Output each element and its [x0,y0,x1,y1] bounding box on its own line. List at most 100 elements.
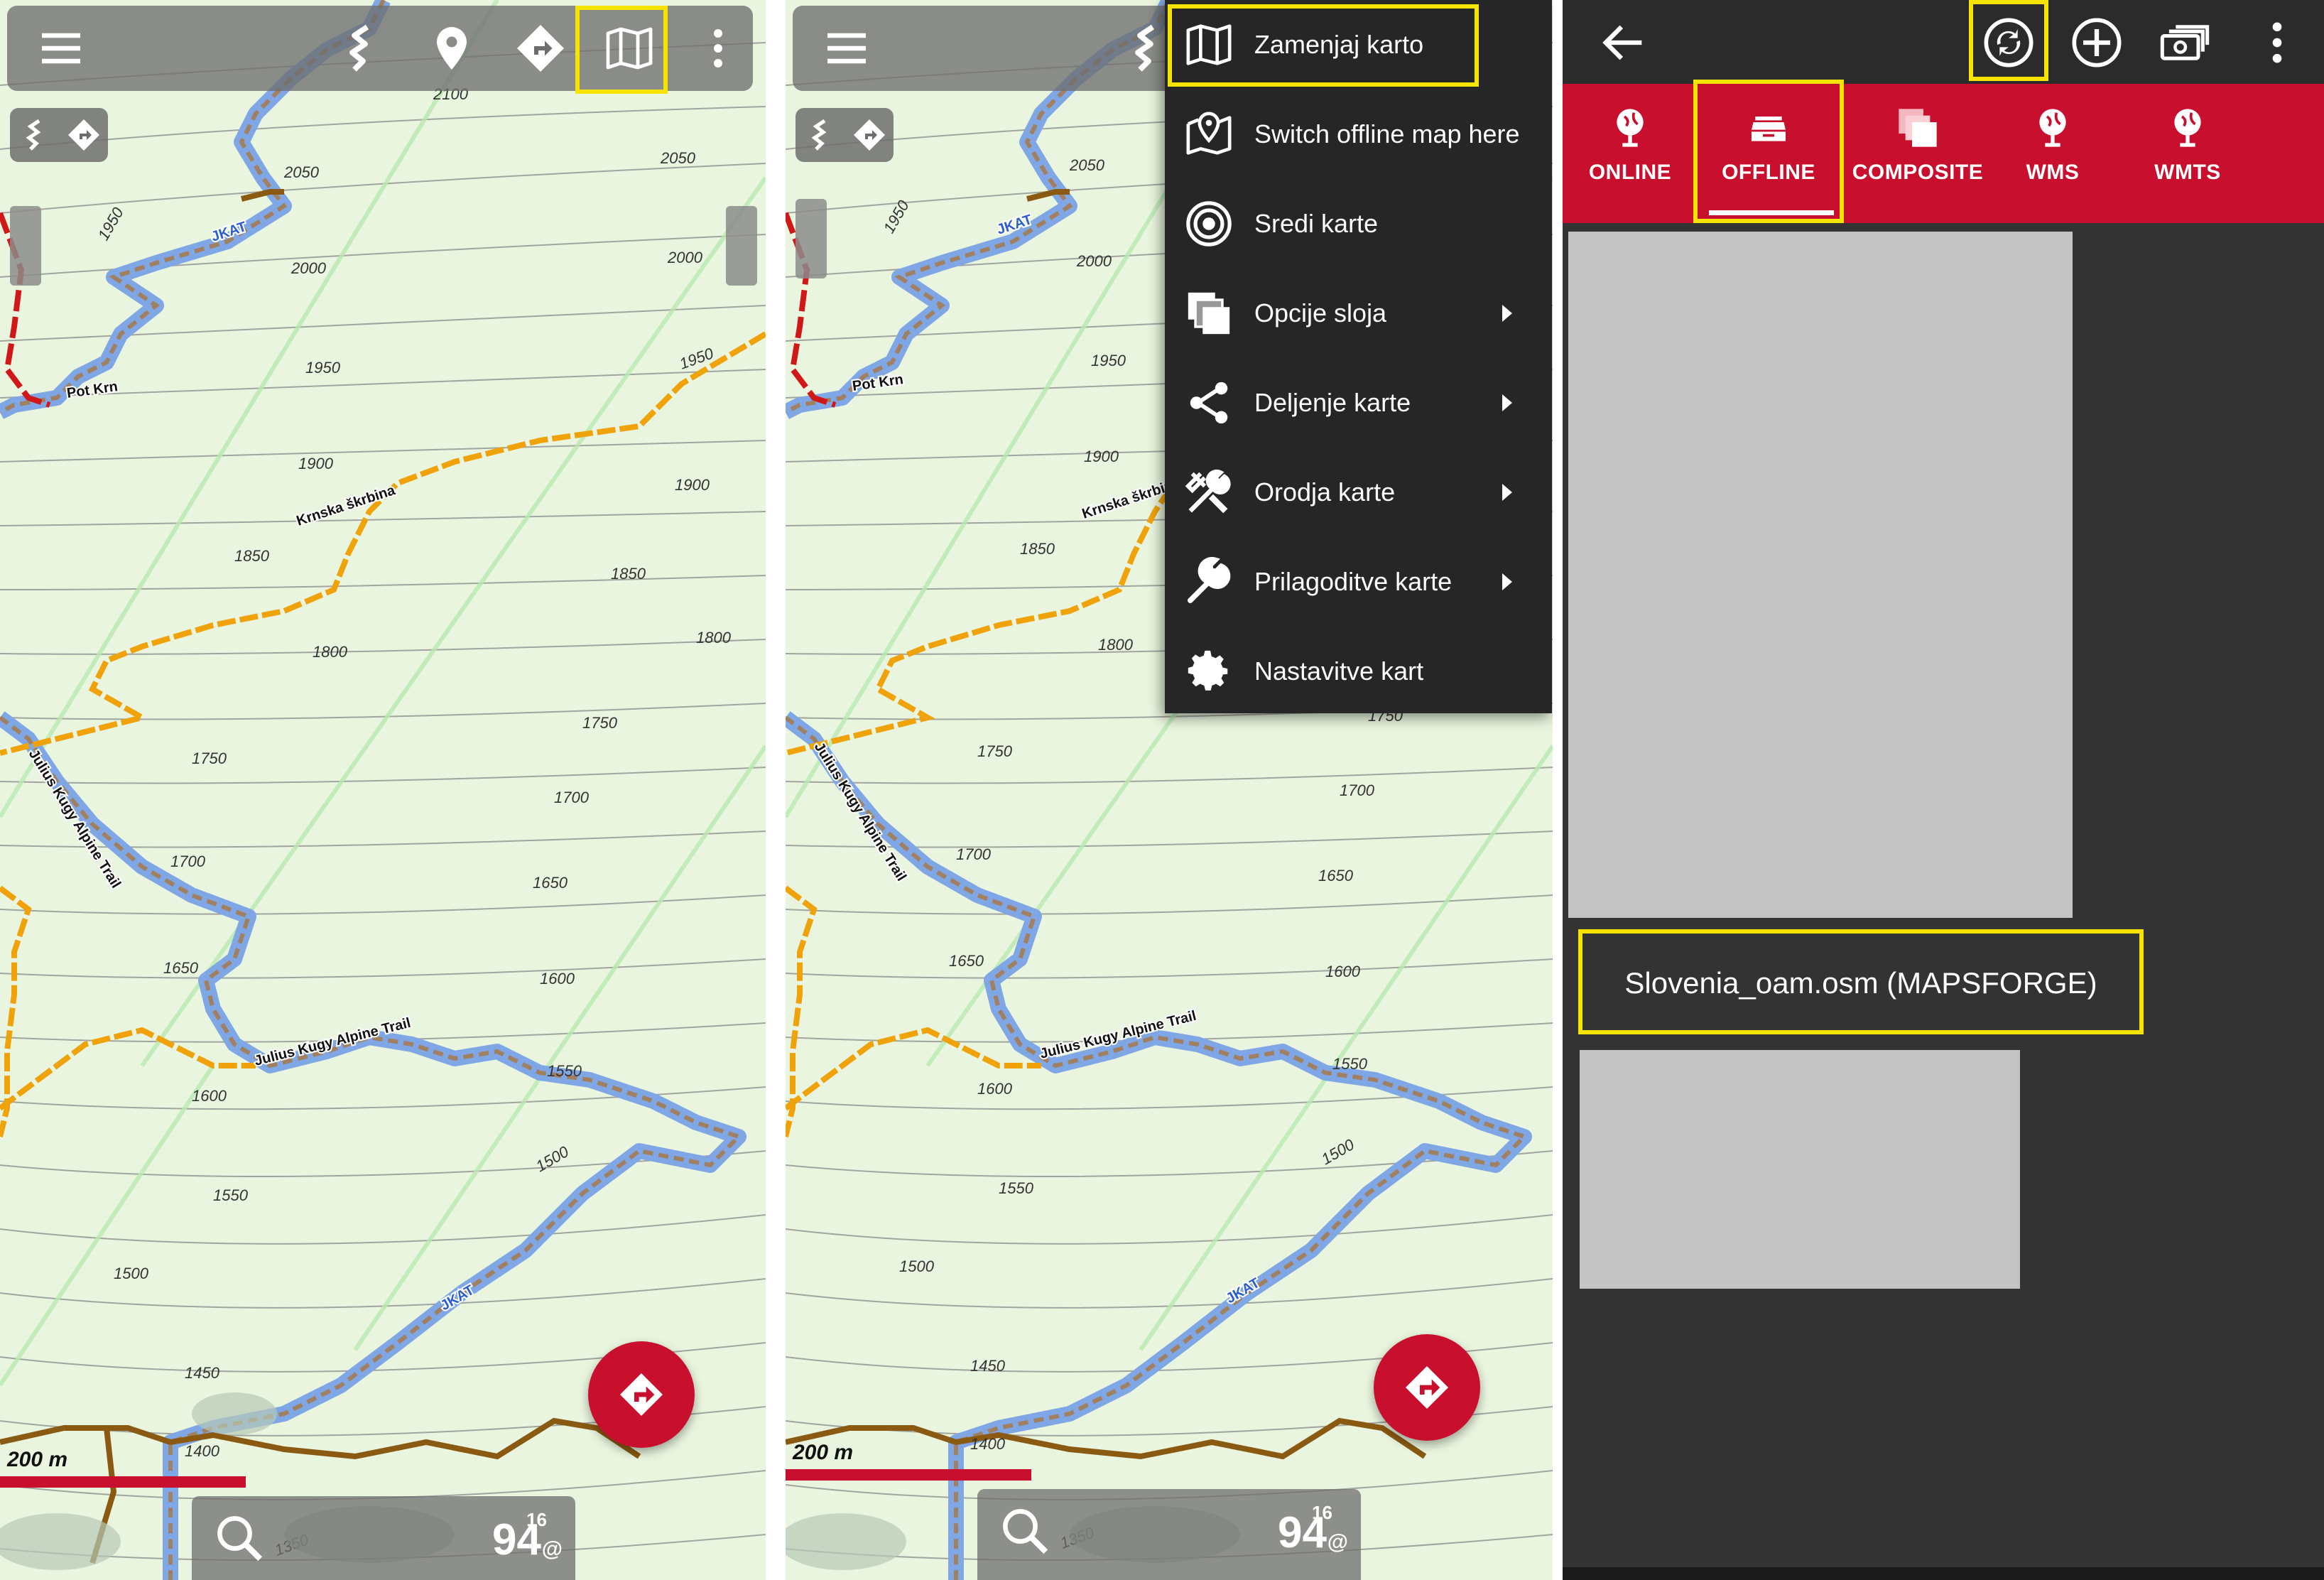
directions-fab-icon [620,1373,663,1416]
svg-text:1800: 1800 [696,629,732,646]
route-button[interactable] [328,16,393,81]
menu-item-label: Orodja karte [1254,477,1396,507]
highlight-replace-map [1168,4,1479,87]
svg-text:1650: 1650 [533,874,568,892]
svg-text:1500: 1500 [114,1265,149,1282]
svg-text:1750: 1750 [977,742,1013,760]
map-toolbar [793,6,1190,91]
svg-text:1850: 1850 [234,547,270,565]
submenu-arrow-icon [1502,573,1512,590]
menu-item-layer-options[interactable]: Opcije sloja [1165,269,1552,358]
tab-label: COMPOSITE [1852,161,1984,184]
hamburger-menu-button[interactable] [814,16,879,81]
tab-online[interactable]: ONLINE [1570,84,1690,223]
top-app-bar [1563,0,2324,84]
menu-item-switch-offline-map[interactable]: Switch offline map here [1165,90,1552,179]
svg-text:1850: 1850 [1020,540,1055,558]
menu-item-share-map[interactable]: Deljenje karte [1165,358,1552,448]
svg-text:1950: 1950 [305,359,341,377]
svg-text:1550: 1550 [1332,1055,1368,1073]
purchase-maps-button[interactable] [2152,10,2217,75]
hamburger-menu-button[interactable] [28,16,94,81]
directions-small-icon [67,119,99,151]
left-drawer-handle[interactable] [796,199,827,278]
svg-text:1550: 1550 [213,1186,249,1204]
menu-item-label: Prilagoditve karte [1254,567,1452,596]
svg-text:2050: 2050 [660,149,696,167]
bottom-status-bar: 94 16 @ [192,1496,575,1580]
navigate-fab[interactable] [1374,1334,1480,1441]
svg-text:1600: 1600 [540,970,575,988]
svg-text:1950: 1950 [677,344,716,372]
more-options-button[interactable] [685,16,751,81]
scale-bar [786,1469,1031,1481]
zoom-unit: @ [1327,1530,1348,1554]
hamburger-icon [827,33,866,64]
left-drawer-handle[interactable] [10,206,41,286]
navigation-button[interactable] [508,16,573,81]
route-small-icon [26,119,40,151]
svg-text:1550: 1550 [547,1062,582,1080]
map-pin-icon [1182,107,1236,161]
money-icon [2160,25,2210,60]
back-button[interactable] [1591,10,1656,75]
wrench-icon [1182,555,1236,609]
svg-text:2050: 2050 [1069,156,1105,174]
navigate-fab[interactable] [588,1341,695,1448]
menu-item-map-settings[interactable]: Nastavitve kart [1165,627,1552,716]
svg-text:1650: 1650 [163,959,199,977]
route-mini-badge[interactable] [796,108,894,162]
route-small-icon [811,119,826,151]
svg-text:1450: 1450 [970,1357,1006,1375]
directions-fab-icon [1406,1366,1448,1409]
map-source-tabs: ONLINE OFFLINE COMPOSITE WMS WMTS [1563,80,2324,223]
svg-text:1950: 1950 [94,204,128,244]
svg-text:1800: 1800 [1098,636,1134,654]
right-drawer-handle[interactable] [726,206,757,286]
svg-text:1600: 1600 [192,1087,227,1105]
map-manager-screen: ONLINE OFFLINE COMPOSITE WMS WMTS Sloven… [1563,0,2324,1580]
menu-item-label: Opcije sloja [1254,298,1387,328]
svg-text:1700: 1700 [956,845,992,863]
submenu-arrow-icon [1502,484,1512,501]
svg-text:2000: 2000 [1076,252,1112,270]
globe-pin-icon [2039,109,2066,147]
menu-item-label: Deljenje karte [1254,388,1411,417]
arrow-back-icon [1602,25,1642,60]
svg-text:1900: 1900 [1084,448,1119,465]
zoom-unit: @ [541,1537,563,1561]
more-vertical-icon [714,29,722,67]
svg-text:1500: 1500 [1318,1135,1358,1169]
bottom-status-bar: 94 16 @ [977,1489,1361,1580]
search-icon[interactable] [997,1503,1053,1559]
add-map-button[interactable] [2064,10,2129,75]
svg-text:1600: 1600 [977,1080,1013,1098]
svg-text:1500: 1500 [899,1257,935,1275]
tab-label: WMS [2026,161,2080,184]
svg-text:1600: 1600 [1325,963,1361,980]
tab-label: ONLINE [1588,161,1672,184]
map-view-left[interactable]: 2100 2050 2050 2000 2000 1950 1950 1950 … [0,0,766,1580]
layers-icon [1182,286,1236,340]
route-mini-badge[interactable] [10,108,108,162]
menu-item-map-tools[interactable]: Orodja karte [1165,448,1552,537]
svg-text:2000: 2000 [290,259,327,277]
target-icon [1182,197,1236,251]
svg-text:1650: 1650 [1318,867,1354,884]
globe-pin-icon [1617,109,1644,147]
svg-text:1450: 1450 [185,1364,220,1382]
scale-bar [0,1476,246,1488]
tab-wms[interactable]: WMS [1996,84,2109,223]
more-options-button[interactable] [2244,10,2310,75]
add-point-button[interactable] [419,16,484,81]
menu-item-map-customization[interactable]: Prilagoditve karte [1165,537,1552,627]
menu-item-label: Nastavitve kart [1254,656,1424,686]
svg-text:1850: 1850 [611,565,646,583]
menu-item-center-map[interactable]: Sredi karte [1165,179,1552,269]
tab-composite[interactable]: COMPOSITE [1847,84,1989,223]
menu-item-label: Sredi karte [1254,209,1379,238]
tab-wmts[interactable]: WMTS [2131,84,2244,223]
highlight-offline-tab [1693,80,1844,223]
search-icon[interactable] [212,1510,267,1566]
svg-text:1950: 1950 [1091,352,1126,369]
